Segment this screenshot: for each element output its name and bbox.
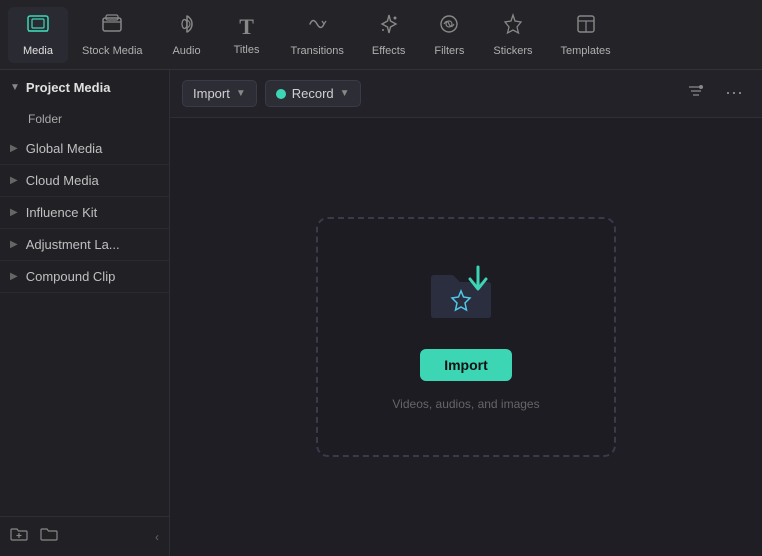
record-label: Record <box>292 86 334 101</box>
import-sidebar-button[interactable] <box>40 525 58 548</box>
sidebar-project-media[interactable]: ▼ Project Media <box>0 70 169 105</box>
global-media-arrow: ▶ <box>10 143 18 154</box>
toolbar-audio[interactable]: Audio <box>157 7 217 63</box>
effects-icon <box>378 13 400 41</box>
influence-kit-label: Influence Kit <box>26 205 98 220</box>
toolbar-titles[interactable]: T Titles <box>217 8 277 62</box>
main-layout: ▼ Project Media Folder ▶ Global Media ▶ … <box>0 70 762 556</box>
record-dot-icon <box>276 89 286 99</box>
record-button[interactable]: Record ▼ <box>265 80 361 107</box>
import-button[interactable]: Import ▼ <box>182 80 257 107</box>
titles-icon: T <box>239 14 254 40</box>
sidebar-item-compound-clip[interactable]: ▶ Compound Clip <box>0 261 169 293</box>
toolbar-effects[interactable]: Effects <box>358 7 419 63</box>
toolbar-templates[interactable]: Templates <box>546 7 624 63</box>
toolbar-transitions[interactable]: Transitions <box>277 7 358 63</box>
sidebar-item-adjustment-la[interactable]: ▶ Adjustment La... <box>0 229 169 261</box>
sidebar-collapse-button[interactable]: ‹ <box>155 530 159 544</box>
sidebar-item-influence-kit[interactable]: ▶ Influence Kit <box>0 197 169 229</box>
record-chevron-icon: ▼ <box>340 88 350 99</box>
stickers-icon <box>502 13 524 41</box>
drop-zone-import-button[interactable]: Import <box>420 349 512 381</box>
import-label: Import <box>193 86 230 101</box>
toolbar-templates-label: Templates <box>560 45 610 57</box>
toolbar-stock-label: Stock Media <box>82 45 143 57</box>
sidebar-bottom: ‹ <box>0 516 169 556</box>
audio-icon <box>176 13 198 41</box>
sidebar-item-cloud-media[interactable]: ▶ Cloud Media <box>0 165 169 197</box>
project-media-label: Project Media <box>26 80 111 95</box>
templates-icon <box>575 13 597 41</box>
content-toolbar: Import ▼ Record ▼ ⋯ <box>170 70 762 118</box>
new-folder-button[interactable] <box>10 525 28 548</box>
media-icon <box>26 13 50 41</box>
toolbar-stock-media[interactable]: Stock Media <box>68 7 157 63</box>
cloud-media-arrow: ▶ <box>10 175 18 186</box>
drop-zone-wrapper: Import Videos, audios, and images <box>170 118 762 556</box>
sidebar: ▼ Project Media Folder ▶ Global Media ▶ … <box>0 70 170 556</box>
more-options-button[interactable]: ⋯ <box>719 79 750 108</box>
toolbar: Media Stock Media Audio T Titles <box>0 0 762 70</box>
toolbar-media-label: Media <box>23 45 53 57</box>
drop-zone: Import Videos, audios, and images <box>316 217 616 457</box>
drop-zone-hint: Videos, audios, and images <box>392 397 539 411</box>
adjustment-la-arrow: ▶ <box>10 239 18 250</box>
folder-label: Folder <box>28 112 62 126</box>
cloud-media-label: Cloud Media <box>26 173 99 188</box>
influence-kit-arrow: ▶ <box>10 207 18 218</box>
toolbar-stickers-label: Stickers <box>493 45 532 57</box>
toolbar-titles-label: Titles <box>234 44 260 56</box>
toolbar-filters[interactable]: Filters <box>419 7 479 63</box>
transitions-icon <box>305 13 329 41</box>
toolbar-audio-label: Audio <box>172 45 200 57</box>
adjustment-la-label: Adjustment La... <box>26 237 120 252</box>
toolbar-transitions-label: Transitions <box>291 45 344 57</box>
project-media-arrow: ▼ <box>10 82 20 93</box>
stock-media-icon <box>101 13 123 41</box>
toolbar-filters-label: Filters <box>434 45 464 57</box>
compound-clip-arrow: ▶ <box>10 271 18 282</box>
compound-clip-label: Compound Clip <box>26 269 116 284</box>
content-area: Import ▼ Record ▼ ⋯ <box>170 70 762 556</box>
sidebar-folder[interactable]: Folder <box>0 105 169 133</box>
drop-icon <box>426 263 506 333</box>
import-chevron-icon: ▼ <box>236 88 246 99</box>
filters-icon <box>438 13 460 41</box>
toolbar-media[interactable]: Media <box>8 7 68 63</box>
filter-button[interactable] <box>681 78 711 109</box>
global-media-label: Global Media <box>26 141 103 156</box>
sidebar-item-global-media[interactable]: ▶ Global Media <box>0 133 169 165</box>
toolbar-stickers[interactable]: Stickers <box>479 7 546 63</box>
toolbar-effects-label: Effects <box>372 45 405 57</box>
